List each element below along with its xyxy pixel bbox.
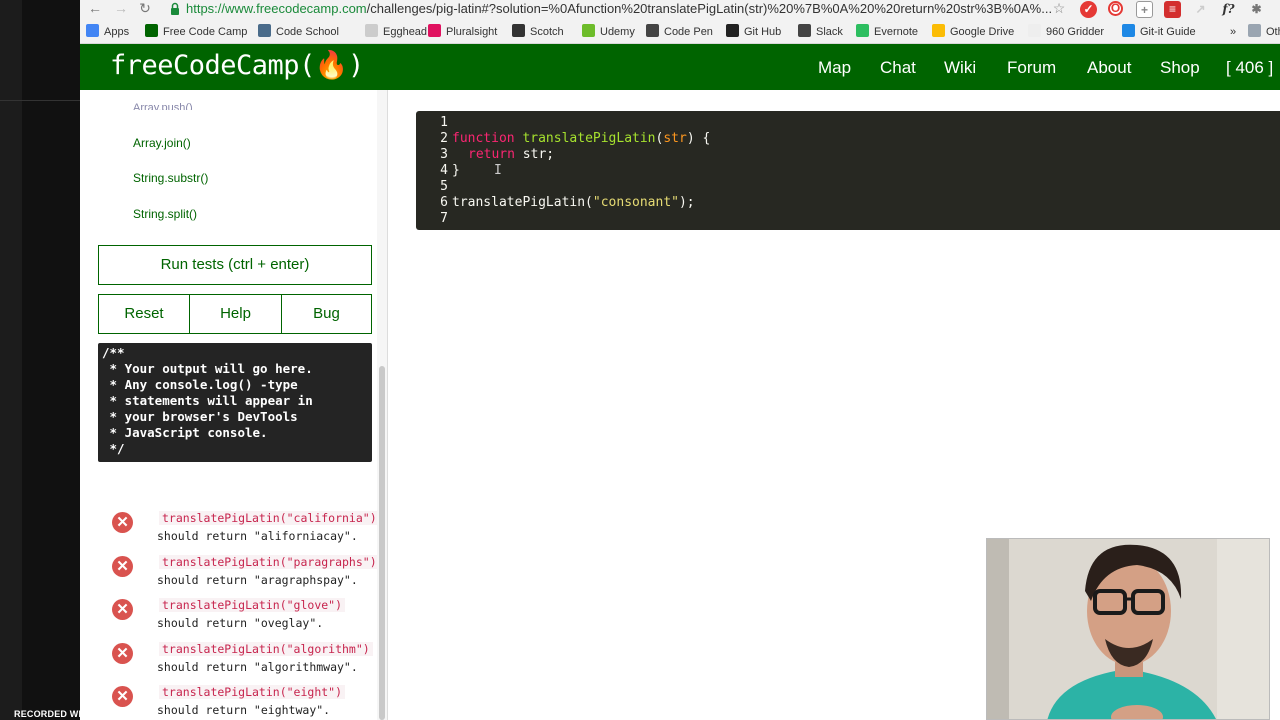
fail-icon: ✕	[112, 686, 133, 707]
challenge-sidebar: Array.push() Array.join() String.substr(…	[80, 90, 388, 720]
udemy-icon	[582, 24, 595, 37]
line-number: 7	[440, 211, 448, 226]
reload-icon[interactable]: ↻	[136, 0, 154, 18]
extension-menu-icon[interactable]: ≡	[1164, 1, 1181, 18]
extension-font-icon[interactable]: f?	[1220, 1, 1237, 18]
test-result: ✕ translatePigLatin("paragraphs") should…	[110, 554, 387, 594]
nav-map[interactable]: Map	[818, 58, 851, 78]
bookmark-freecodecamp[interactable]: Free Code Camp	[145, 24, 247, 40]
nav-chat[interactable]: Chat	[880, 58, 916, 78]
code-editor[interactable]: 1 2 3 4 5 6 7 function translatePigLatin…	[416, 111, 1280, 230]
nav-wiki[interactable]: Wiki	[944, 58, 976, 78]
gitit-icon	[1122, 24, 1135, 37]
extension-pocket-icon[interactable]: ✓	[1080, 1, 1097, 18]
help-button[interactable]: Help	[189, 294, 282, 334]
code-line-6: translatePigLatin("consonant");	[452, 195, 695, 210]
scotch-icon	[512, 24, 525, 37]
fcc-navbar: freeCodeCamp(🔥) Map Chat Wiki Forum Abou…	[80, 44, 1280, 90]
fcc-logo[interactable]: freeCodeCamp(🔥)	[110, 51, 364, 81]
extension-bug-icon[interactable]: ✱	[1248, 1, 1265, 18]
codepen-icon	[646, 24, 659, 37]
url-field[interactable]: https://www.freecodecamp.com/challenges/…	[186, 1, 1066, 17]
bookmark-star-icon[interactable]: ☆	[1050, 0, 1068, 18]
line-number: 1	[440, 115, 448, 130]
test-result: ✕ translatePigLatin("glove") should retu…	[110, 597, 387, 637]
extension-arrow-icon[interactable]: ↗	[1192, 1, 1209, 18]
code-line-2: function translatePigLatin(str) {	[452, 131, 711, 146]
bookmark-slack[interactable]: Slack	[798, 24, 843, 40]
folder-icon	[1248, 24, 1261, 37]
code-line-4: }	[452, 163, 460, 178]
back-icon[interactable]: ←	[86, 0, 104, 18]
sidebar-scroll-thumb[interactable]	[379, 366, 385, 720]
line-number: 3	[440, 147, 448, 162]
line-number: 2	[440, 131, 448, 146]
nav-forum[interactable]: Forum	[1007, 58, 1056, 78]
fail-icon: ✕	[112, 643, 133, 664]
line-number: 4	[440, 163, 448, 178]
google-drive-icon	[932, 24, 945, 37]
slack-icon	[798, 24, 811, 37]
codeschool-icon	[258, 24, 271, 37]
bookmarks-bar: Apps Free Code Camp Code School Egghead Plur…	[80, 20, 1280, 44]
extension-puzzle-icon[interactable]: +	[1136, 1, 1153, 18]
nav-shop[interactable]: Shop	[1160, 58, 1200, 78]
line-number: 6	[440, 195, 448, 210]
nav-points[interactable]: [ 406 ]	[1226, 58, 1273, 78]
test-result: ✕ translatePigLatin("california") should…	[110, 510, 387, 550]
desktop-strip: RECORDED WITH	[0, 0, 93, 720]
page-icon	[1028, 24, 1041, 37]
bookmark-evernote[interactable]: Evernote	[856, 24, 918, 40]
bookmark-folder[interactable]: Oth	[1248, 24, 1280, 40]
webcam-overlay	[986, 538, 1270, 720]
pluralsight-icon	[428, 24, 441, 37]
bookmark-udemy[interactable]: Udemy	[582, 24, 635, 40]
bookmark-scotch[interactable]: Scotch	[512, 24, 564, 40]
bookmark-google-drive[interactable]: Google Drive	[932, 24, 1014, 40]
bookmark-apps[interactable]: Apps	[86, 24, 129, 40]
bookmark-page[interactable]: 960 Gridder	[1028, 24, 1104, 40]
bookmark-egghead[interactable]: Egghead	[365, 24, 427, 40]
presenter-video	[987, 539, 1269, 719]
bookmark-codepen[interactable]: Code Pen	[646, 24, 713, 40]
link-array-join[interactable]: Array.join()	[133, 136, 191, 150]
text-cursor-icon: I	[494, 163, 502, 178]
reset-button[interactable]: Reset	[98, 294, 190, 334]
output-console: /** * Your output will go here. * Any co…	[98, 343, 372, 462]
fail-icon: ✕	[112, 512, 133, 533]
freecodecamp-icon	[145, 24, 158, 37]
code-line-3: return str;	[468, 147, 555, 162]
fail-icon: ✕	[112, 599, 133, 620]
github-icon	[726, 24, 739, 37]
link-string-split[interactable]: String.split()	[133, 207, 197, 221]
bookmark-pluralsight[interactable]: Pluralsight	[428, 24, 497, 40]
bookmark-github[interactable]: Git Hub	[726, 24, 781, 40]
test-result: ✕ translatePigLatin("eight") should retu…	[110, 684, 387, 720]
link-array-push-partial[interactable]: Array.push()	[133, 102, 193, 110]
link-string-substr[interactable]: String.substr()	[133, 171, 208, 185]
test-result: ✕ translatePigLatin("algorithm") should …	[110, 641, 387, 681]
bookmark-codeschool[interactable]: Code School	[258, 24, 339, 40]
forward-icon[interactable]: →	[112, 0, 130, 18]
apps-icon	[86, 24, 99, 37]
extension-opera-icon[interactable]: O	[1108, 1, 1123, 16]
egghead-icon	[365, 24, 378, 37]
bug-button[interactable]: Bug	[281, 294, 372, 334]
bookmark-more[interactable]: »	[1230, 24, 1236, 40]
address-bar-row: ← → ↻ https://www.freecodecamp.com/chall…	[80, 0, 1280, 20]
browser-window: ← → ↻ https://www.freecodecamp.com/chall…	[80, 0, 1280, 720]
run-tests-button[interactable]: Run tests (ctrl + enter)	[98, 245, 372, 285]
lock-icon	[171, 2, 179, 15]
evernote-icon	[856, 24, 869, 37]
nav-about[interactable]: About	[1087, 58, 1131, 78]
fail-icon: ✕	[112, 556, 133, 577]
bookmark-gitit[interactable]: Git-it Guide	[1122, 24, 1196, 40]
line-number: 5	[440, 179, 448, 194]
